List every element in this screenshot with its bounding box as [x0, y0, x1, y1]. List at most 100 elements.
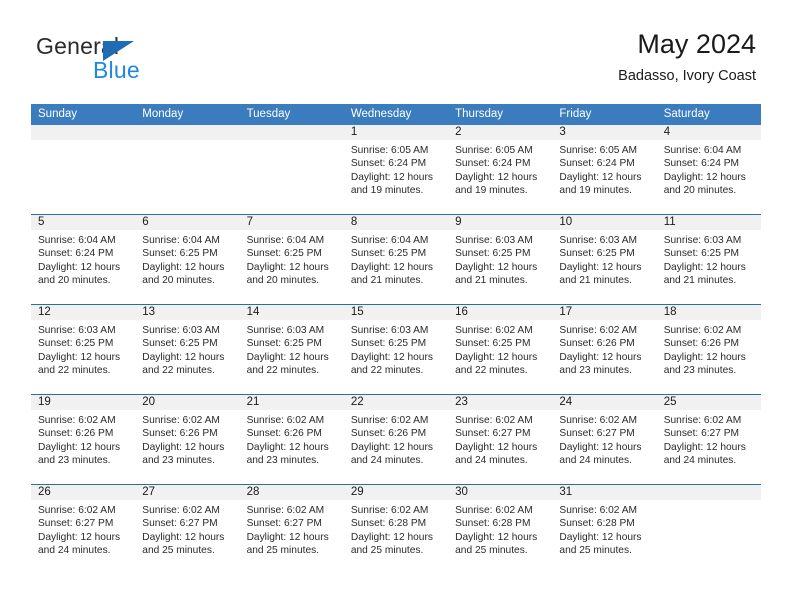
day-number — [135, 125, 240, 140]
daylight-text: Daylight: 12 hours and 23 minutes. — [142, 441, 225, 466]
day-number — [239, 125, 344, 140]
calendar-day-cell[interactable]: 26 Sunrise: 6:02 AM Sunset: 6:27 PM Dayligh… — [31, 485, 136, 574]
day-details: Sunrise: 6:03 AM Sunset: 6:25 PM Daylight:… — [344, 320, 448, 377]
day-number: 19 — [31, 395, 136, 410]
calendar-page: General Blue May 2024 Badasso, Ivory Coa… — [0, 0, 792, 612]
sunrise-text: Sunrise: 6:04 AM — [38, 235, 116, 246]
calendar-day-cell[interactable]: 20 Sunrise: 6:02 AM Sunset: 6:26 PM Dayligh… — [135, 395, 240, 484]
calendar-day-cell[interactable]: 5 Sunrise: 6:04 AM Sunset: 6:24 PM Daylight… — [31, 215, 136, 304]
calendar-day-cell[interactable]: 22 Sunrise: 6:02 AM Sunset: 6:26 PM Dayligh… — [343, 395, 449, 484]
calendar-day-cell[interactable]: 11 Sunrise: 6:03 AM Sunset: 6:25 PM Dayligh… — [656, 215, 761, 304]
day-number: 25 — [656, 395, 761, 410]
sunset-text: Sunset: 6:24 PM — [455, 158, 531, 170]
sunrise-text: Sunrise: 6:02 AM — [559, 415, 637, 426]
day-details: Sunrise: 6:02 AM Sunset: 6:27 PM Daylight:… — [240, 500, 344, 557]
sunrise-text: Sunrise: 6:05 AM — [350, 145, 429, 156]
day-number: 11 — [656, 215, 761, 230]
daylight-text: Daylight: 12 hours and 20 minutes. — [38, 261, 121, 286]
sunset-text: Sunset: 6:25 PM — [455, 338, 531, 350]
sunrise-text: Sunrise: 6:05 AM — [559, 145, 637, 156]
weekday-header-sunday: Sunday — [38, 108, 78, 120]
calendar-day-cell[interactable]: 30 Sunrise: 6:02 AM Sunset: 6:28 PM Dayligh… — [448, 485, 553, 574]
calendar-day-cell[interactable]: 14 Sunrise: 6:03 AM Sunset: 6:25 PM Dayligh… — [239, 305, 344, 394]
calendar-day-cell[interactable]: 13 Sunrise: 6:03 AM Sunset: 6:25 PM Dayligh… — [135, 305, 240, 394]
calendar-week-row: 19 Sunrise: 6:02 AM Sunset: 6:26 PM Dayligh… — [31, 394, 761, 484]
daylight-text: Daylight: 12 hours and 25 minutes. — [559, 531, 642, 556]
calendar-day-cell[interactable]: 24 Sunrise: 6:02 AM Sunset: 6:27 PM Dayligh… — [552, 395, 657, 484]
calendar-day-cell[interactable]: 31 Sunrise: 6:02 AM Sunset: 6:28 PM Dayligh… — [552, 485, 657, 574]
day-number: 24 — [552, 395, 657, 410]
brand-logo[interactable]: General Blue — [36, 33, 276, 89]
day-number: 27 — [135, 485, 240, 500]
day-number: 31 — [552, 485, 657, 500]
calendar-day-cell[interactable]: 1 Sunrise: 6:05 AM Sunset: 6:24 PM Daylight… — [343, 125, 449, 214]
sunset-text: Sunset: 6:26 PM — [559, 338, 635, 350]
daylight-text: Daylight: 12 hours and 25 minutes. — [142, 531, 225, 556]
calendar-week-row: 26 Sunrise: 6:02 AM Sunset: 6:27 PM Dayligh… — [31, 484, 761, 574]
calendar-day-cell[interactable]: 25 Sunrise: 6:02 AM Sunset: 6:27 PM Dayligh… — [656, 395, 761, 484]
calendar-day-cell[interactable]: 23 Sunrise: 6:02 AM Sunset: 6:27 PM Dayligh… — [448, 395, 553, 484]
sunrise-text: Sunrise: 6:03 AM — [663, 235, 742, 246]
day-details: Sunrise: 6:02 AM Sunset: 6:27 PM Daylight:… — [552, 410, 656, 467]
calendar-day-cell[interactable]: 12 Sunrise: 6:03 AM Sunset: 6:25 PM Dayligh… — [31, 305, 136, 394]
sunrise-text: Sunrise: 6:03 AM — [455, 235, 533, 246]
calendar-day-cell[interactable]: 15 Sunrise: 6:03 AM Sunset: 6:25 PM Dayligh… — [343, 305, 449, 394]
sunset-text: Sunset: 6:24 PM — [38, 248, 114, 260]
day-details: Sunrise: 6:02 AM Sunset: 6:27 PM Daylight:… — [657, 410, 761, 467]
day-details: Sunrise: 6:02 AM Sunset: 6:26 PM Daylight:… — [552, 320, 656, 377]
calendar-day-cell[interactable]: 17 Sunrise: 6:02 AM Sunset: 6:26 PM Dayligh… — [552, 305, 657, 394]
daylight-text: Daylight: 12 hours and 24 minutes. — [663, 441, 746, 466]
daylight-text: Daylight: 12 hours and 19 minutes. — [350, 171, 433, 196]
calendar-day-cell[interactable]: 8 Sunrise: 6:04 AM Sunset: 6:25 PM Daylight… — [343, 215, 449, 304]
calendar-day-cell[interactable]: 10 Sunrise: 6:03 AM Sunset: 6:25 PM Dayligh… — [552, 215, 657, 304]
day-number — [656, 485, 761, 500]
day-details: Sunrise: 6:02 AM Sunset: 6:28 PM Daylight:… — [448, 500, 552, 557]
page-header: General Blue May 2024 Badasso, Ivory Coa… — [0, 0, 792, 100]
sunrise-text: Sunrise: 6:03 AM — [350, 325, 429, 336]
calendar-day-cell[interactable]: 21 Sunrise: 6:02 AM Sunset: 6:26 PM Dayligh… — [239, 395, 344, 484]
daylight-text: Daylight: 12 hours and 23 minutes. — [246, 441, 329, 466]
sunset-text: Sunset: 6:26 PM — [246, 428, 322, 440]
sunset-text: Sunset: 6:27 PM — [246, 518, 322, 530]
sunrise-text: Sunrise: 6:02 AM — [246, 505, 325, 516]
calendar-day-cell[interactable]: 3 Sunrise: 6:05 AM Sunset: 6:24 PM Daylight… — [552, 125, 657, 214]
day-number — [31, 125, 136, 140]
calendar-day-cell[interactable]: 2 Sunrise: 6:05 AM Sunset: 6:24 PM Daylight… — [448, 125, 553, 214]
day-number: 21 — [239, 395, 344, 410]
daylight-text: Daylight: 12 hours and 23 minutes. — [663, 351, 746, 376]
title-block: May 2024 Badasso, Ivory Coast — [618, 28, 756, 86]
calendar-day-cell[interactable]: 27 Sunrise: 6:02 AM Sunset: 6:27 PM Dayligh… — [135, 485, 240, 574]
calendar-day-cell[interactable]: 6 Sunrise: 6:04 AM Sunset: 6:25 PM Daylight… — [135, 215, 240, 304]
daylight-text: Daylight: 12 hours and 24 minutes. — [38, 531, 121, 556]
day-number: 5 — [31, 215, 136, 230]
calendar-day-cell-empty — [135, 125, 240, 214]
sunset-text: Sunset: 6:26 PM — [663, 338, 740, 350]
sunset-text: Sunset: 6:24 PM — [559, 158, 635, 170]
calendar-day-cell[interactable]: 18 Sunrise: 6:02 AM Sunset: 6:26 PM Dayligh… — [656, 305, 761, 394]
day-details: Sunrise: 6:05 AM Sunset: 6:24 PM Daylight:… — [448, 140, 552, 197]
calendar-day-cell[interactable]: 16 Sunrise: 6:02 AM Sunset: 6:25 PM Dayligh… — [448, 305, 553, 394]
calendar-day-cell[interactable]: 9 Sunrise: 6:03 AM Sunset: 6:25 PM Daylight… — [448, 215, 553, 304]
calendar-day-cell[interactable]: 4 Sunrise: 6:04 AM Sunset: 6:24 PM Daylight… — [656, 125, 761, 214]
daylight-text: Daylight: 12 hours and 24 minutes. — [455, 441, 538, 466]
day-details: Sunrise: 6:02 AM Sunset: 6:25 PM Daylight:… — [448, 320, 552, 377]
sunset-text: Sunset: 6:25 PM — [663, 248, 740, 260]
daylight-text: Daylight: 12 hours and 21 minutes. — [350, 261, 433, 286]
sunrise-text: Sunrise: 6:05 AM — [455, 145, 533, 156]
day-number: 20 — [135, 395, 240, 410]
day-details: Sunrise: 6:05 AM Sunset: 6:24 PM Daylight:… — [552, 140, 656, 197]
calendar-day-cell[interactable]: 19 Sunrise: 6:02 AM Sunset: 6:26 PM Dayligh… — [31, 395, 136, 484]
calendar-day-cell[interactable]: 28 Sunrise: 6:02 AM Sunset: 6:27 PM Dayligh… — [239, 485, 344, 574]
calendar-day-cell[interactable]: 29 Sunrise: 6:02 AM Sunset: 6:28 PM Dayligh… — [343, 485, 449, 574]
calendar-day-cell[interactable]: 7 Sunrise: 6:04 AM Sunset: 6:25 PM Daylight… — [239, 215, 344, 304]
daylight-text: Daylight: 12 hours and 23 minutes. — [38, 441, 121, 466]
sunset-text: Sunset: 6:28 PM — [455, 518, 531, 530]
sunrise-text: Sunrise: 6:02 AM — [559, 325, 637, 336]
sunrise-text: Sunrise: 6:02 AM — [38, 505, 116, 516]
weekday-header-wednesday: Wednesday — [350, 108, 412, 120]
day-details: Sunrise: 6:02 AM Sunset: 6:28 PM Daylight:… — [552, 500, 656, 557]
calendar-day-cell-empty — [31, 125, 136, 214]
sunrise-text: Sunrise: 6:03 AM — [142, 325, 220, 336]
sunset-text: Sunset: 6:24 PM — [663, 158, 740, 170]
calendar-week-row: 5 Sunrise: 6:04 AM Sunset: 6:24 PM Daylight… — [31, 214, 761, 304]
